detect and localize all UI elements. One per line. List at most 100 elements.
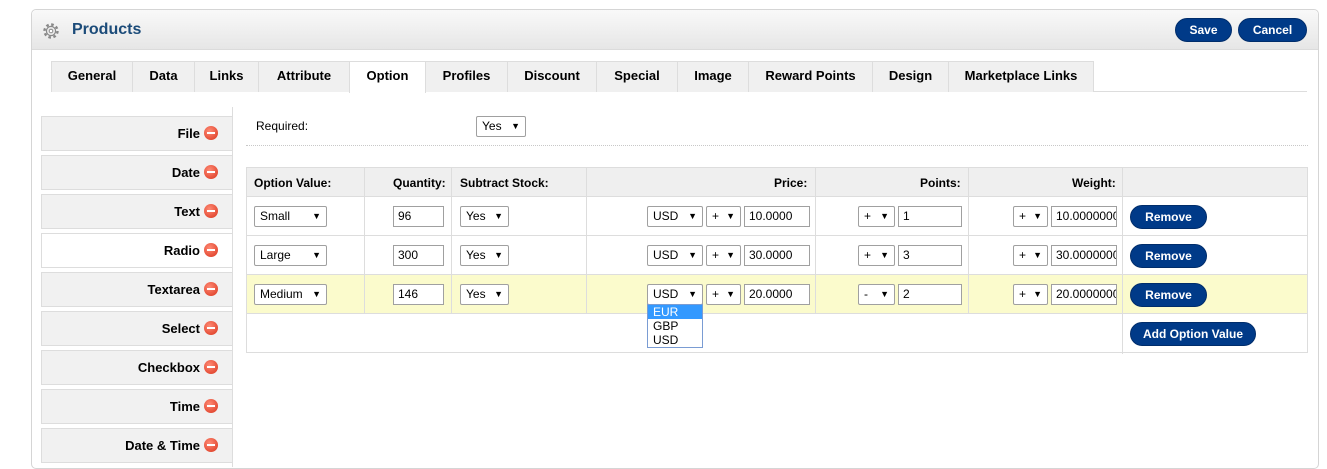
tab-attribute[interactable]: Attribute [258,61,350,92]
chevron-down-icon: ▼ [494,289,503,299]
quantity-input[interactable]: 146 [393,284,444,305]
cancel-button[interactable]: Cancel [1238,18,1307,42]
subtract-stock-select[interactable]: Yes ▼ [460,206,509,227]
remove-icon[interactable] [204,126,218,140]
option-value: Small [260,209,291,223]
price-input[interactable]: 30.0000 [744,245,810,266]
price-input[interactable]: 20.0000 [744,284,810,305]
option-tab-label: Date & Time [125,438,200,453]
currency-dropdown: EUR GBP USD [647,304,703,348]
points-input[interactable]: 3 [898,245,962,266]
remove-button[interactable]: Remove [1130,283,1207,307]
subtract-stock-select[interactable]: Yes ▼ [460,245,509,266]
currency-option[interactable]: USD [648,333,702,347]
option-tab-time[interactable]: Time [41,389,233,424]
weight-prefix: + [1019,209,1027,223]
remove-icon[interactable] [204,204,218,218]
tab-option[interactable]: Option [349,61,426,93]
option-value-select[interactable]: Medium ▼ [254,284,327,305]
option-tab-checkbox[interactable]: Checkbox [41,350,233,385]
weight-prefix-select[interactable]: + ▼ [1013,245,1048,266]
currency-option[interactable]: EUR [648,305,702,319]
chevron-down-icon: ▼ [726,250,735,260]
tab-special[interactable]: Special [596,61,678,92]
remove-icon[interactable] [204,282,218,296]
option-tab-label: Date [171,165,200,180]
option-tab-radio[interactable]: Radio [41,233,233,268]
points-prefix: - [864,287,868,301]
currency-select[interactable]: USD ▼ [647,245,703,266]
remove-button[interactable]: Remove [1130,205,1207,229]
points-input[interactable]: 1 [898,206,962,227]
option-value-select[interactable]: Large ▼ [254,245,327,266]
table-row: Large ▼ 300 Yes ▼ USD ▼ + ▼ 30.0000 + ▼ 3 + ▼ … [247,236,1307,275]
required-select[interactable]: Yes ▼ [476,116,526,137]
option-tab-date-time[interactable]: Date & Time [41,428,233,463]
tab-general[interactable]: General [51,61,133,92]
price-prefix-select[interactable]: + ▼ [706,206,741,227]
option-tab-text[interactable]: Text [41,194,233,229]
tab-links[interactable]: Links [194,61,259,92]
divider [232,107,233,467]
remove-icon[interactable] [204,438,218,452]
weight-prefix-select[interactable]: + ▼ [1013,284,1048,305]
chevron-down-icon: ▼ [688,250,697,260]
tab-data[interactable]: Data [132,61,195,92]
chevron-down-icon: ▼ [726,211,735,221]
save-button[interactable]: Save [1175,18,1232,42]
tab-discount[interactable]: Discount [507,61,597,92]
weight-input[interactable]: 30.00000000 [1051,245,1117,266]
header-price: Price: [774,176,808,190]
currency-value: USD [653,287,679,301]
remove-icon[interactable] [204,360,218,374]
currency-value: USD [653,248,679,262]
chevron-down-icon: ▼ [880,211,889,221]
points-prefix-select[interactable]: + ▼ [858,206,895,227]
currency-option[interactable]: GBP [648,319,702,333]
tab-image[interactable]: Image [677,61,749,92]
option-tab-file[interactable]: File [41,116,233,151]
chevron-down-icon: ▼ [880,289,889,299]
subtract-stock-select[interactable]: Yes ▼ [460,284,509,305]
tab-design[interactable]: Design [872,61,949,92]
add-option-value-button[interactable]: Add Option Value [1130,322,1256,346]
quantity-input[interactable]: 300 [393,245,444,266]
remove-icon[interactable] [204,243,218,257]
tab-reward-points[interactable]: Reward Points [748,61,873,92]
price-prefix-select[interactable]: + ▼ [706,245,741,266]
gear-icon [43,23,59,39]
option-tab-select[interactable]: Select [41,311,233,346]
chevron-down-icon: ▼ [726,289,735,299]
option-tab-label: Select [161,321,200,336]
chevron-down-icon: ▼ [494,211,503,221]
chevron-down-icon: ▼ [312,211,321,221]
option-tab-textarea[interactable]: Textarea [41,272,233,307]
remove-button[interactable]: Remove [1130,244,1207,268]
option-value: Medium [260,287,303,301]
option-value-select[interactable]: Small ▼ [254,206,327,227]
quantity-input[interactable]: 96 [393,206,444,227]
weight-input[interactable]: 20.00000000 [1051,284,1117,305]
chevron-down-icon: ▼ [312,289,321,299]
points-input[interactable]: 2 [898,284,962,305]
price-prefix-select[interactable]: + ▼ [706,284,741,305]
currency-select[interactable]: USD ▼ [647,206,703,227]
points-prefix-select[interactable]: + ▼ [858,245,895,266]
remove-icon[interactable] [204,165,218,179]
remove-icon[interactable] [204,321,218,335]
weight-input[interactable]: 10.00000000 [1051,206,1117,227]
remove-icon[interactable] [204,399,218,413]
tab-marketplace-links[interactable]: Marketplace Links [948,61,1094,92]
header-subtract-stock: Subtract Stock: [460,176,549,190]
table-row: Medium ▼ 146 Yes ▼ USD ▼ + ▼ 20.0000 - ▼ 2 + ▼… [247,275,1307,314]
option-tab-label: Time [169,399,200,414]
tab-profiles[interactable]: Profiles [425,61,508,92]
subtract-value: Yes [466,209,486,223]
points-prefix-select[interactable]: - ▼ [858,284,895,305]
option-tab-date[interactable]: Date [41,155,233,190]
price-input[interactable]: 10.0000 [744,206,810,227]
currency-select[interactable]: USD ▼ [647,284,703,305]
option-tab-label: Text [174,204,200,219]
weight-prefix-select[interactable]: + ▼ [1013,206,1048,227]
chevron-down-icon: ▼ [688,211,697,221]
